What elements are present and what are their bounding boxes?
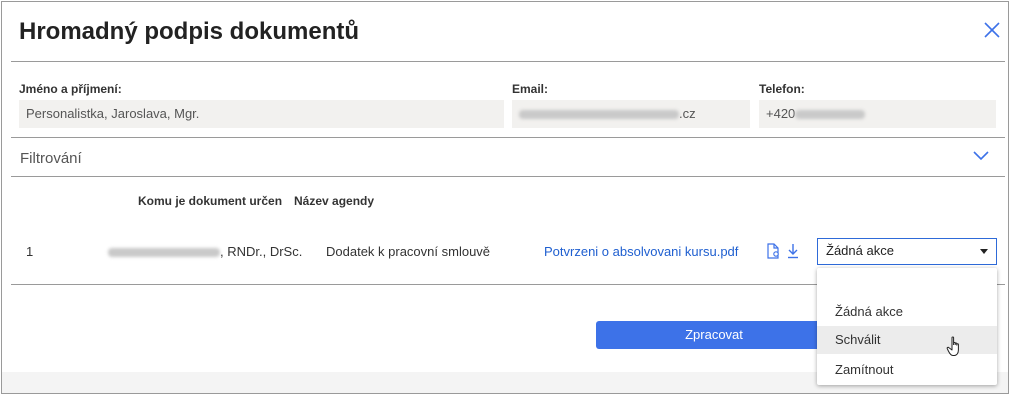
action-select-value: Žádná akce [826, 243, 894, 258]
email-label: Email: [512, 82, 549, 96]
column-header-agenda: Název agendy [294, 194, 375, 208]
option-approve[interactable]: Schválit [817, 326, 997, 354]
name-field: Personalistka, Jaroslava, Mgr. [19, 100, 504, 128]
action-select[interactable]: Žádná akce [817, 238, 997, 265]
recipient-suffix: , RNDr., DrSc. [220, 244, 303, 259]
row-index: 1 [26, 244, 34, 259]
option-reject[interactable]: Zamítnout [817, 356, 997, 384]
divider [11, 176, 1005, 177]
caret-down-icon [980, 249, 988, 254]
redacted-text [795, 110, 866, 120]
redacted-text [108, 248, 220, 258]
redacted-text [519, 110, 679, 120]
document-link[interactable]: Potvrzeni o absolvovani kursu.pdf [544, 244, 738, 259]
filter-section-label[interactable]: Filtrování [20, 150, 82, 167]
divider [11, 137, 1005, 138]
recipient-cell: , RNDr., DrSc. [108, 244, 302, 259]
action-dropdown-menu: Žádná akce Schválit Zamítnout [817, 268, 997, 385]
option-no-action[interactable]: Žádná akce [817, 298, 997, 326]
email-suffix: .cz [679, 106, 696, 121]
phone-prefix: +420 [766, 106, 796, 121]
phone-label: Telefon: [759, 82, 805, 96]
bulk-sign-dialog: Hromadný podpis dokumentů Jméno a příjme… [1, 1, 1009, 394]
chevron-down-icon[interactable] [972, 150, 990, 162]
close-icon[interactable] [982, 20, 1002, 40]
phone-field: +420 [759, 100, 996, 128]
hand-cursor-icon [946, 336, 959, 356]
sign-document-icon[interactable] [766, 243, 780, 259]
divider [11, 61, 1005, 62]
download-icon[interactable] [786, 243, 800, 259]
column-header-recipient: Komu je dokument určen [138, 194, 283, 208]
process-button[interactable]: Zpracovat [596, 321, 832, 349]
dialog-title: Hromadný podpis dokumentů [19, 18, 360, 45]
name-label: Jméno a příjmení: [19, 82, 122, 96]
agenda-cell: Dodatek k pracovní smlouvě [326, 244, 491, 259]
email-field: .cz [512, 100, 750, 128]
